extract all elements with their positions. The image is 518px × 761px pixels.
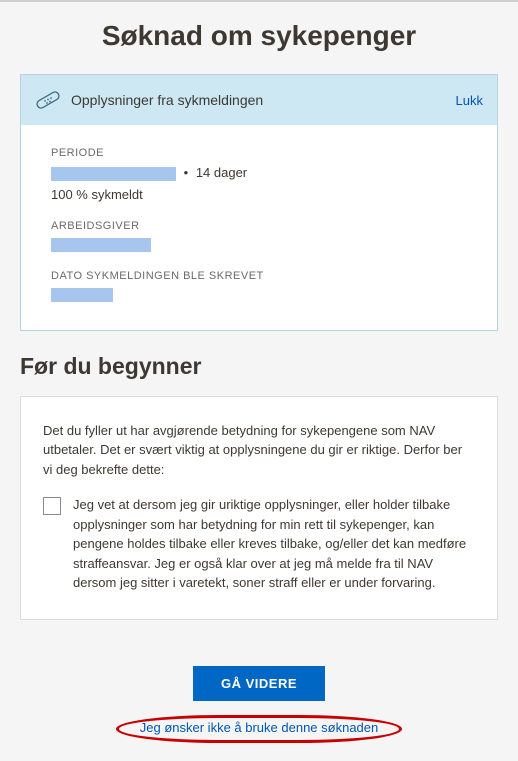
before-you-begin-title: Før du begynner [20,353,498,380]
sick-leave-info-panel: Opplysninger fra sykmeldingen Lukk PERIO… [20,74,498,331]
decline-application-link[interactable]: Jeg ønsker ikke å bruke denne søknaden [140,720,378,735]
date-written-label: DATO SYKMELDINGEN BLE SKREVET [51,270,467,282]
close-panel-link[interactable]: Lukk [456,93,483,108]
action-bar: GÅ VIDERE Jeg ønsker ikke å bruke denne … [20,666,498,743]
employer-label: ARBEIDSGIVER [51,220,467,232]
intro-box: Det du fyller ut har avgjørende betydnin… [20,396,498,620]
bandage-icon [35,87,61,113]
info-panel-header: Opplysninger fra sykmeldingen Lukk [21,75,497,125]
page-title: Søknad om sykepenger [0,2,518,74]
percent-sick-text: 100 % sykmeldt [51,187,467,202]
period-value: • 14 dager [51,165,467,181]
date-written-value [51,288,467,302]
confirm-checkbox-group: Jeg vet at dersom jeg gir uriktige opply… [43,495,475,593]
intro-text: Det du fyller ut har avgjørende betydnin… [43,421,475,480]
period-separator: • [184,165,189,180]
period-label: PERIODE [51,147,467,159]
period-days: 14 dager [196,165,247,180]
employer-value [51,238,467,252]
decline-link-highlight: Jeg ønsker ikke å bruke denne søknaden [116,715,402,743]
redacted-date-written [51,288,113,302]
redacted-employer-name [51,238,151,252]
redacted-period-range [51,167,176,181]
confirm-checkbox-label: Jeg vet at dersom jeg gir uriktige opply… [73,495,475,593]
confirm-checkbox[interactable] [43,497,61,515]
info-panel-body: PERIODE • 14 dager 100 % sykmeldt ARBEID… [21,125,497,330]
continue-button[interactable]: GÅ VIDERE [193,666,325,701]
info-panel-header-text: Opplysninger fra sykmeldingen [71,92,263,108]
